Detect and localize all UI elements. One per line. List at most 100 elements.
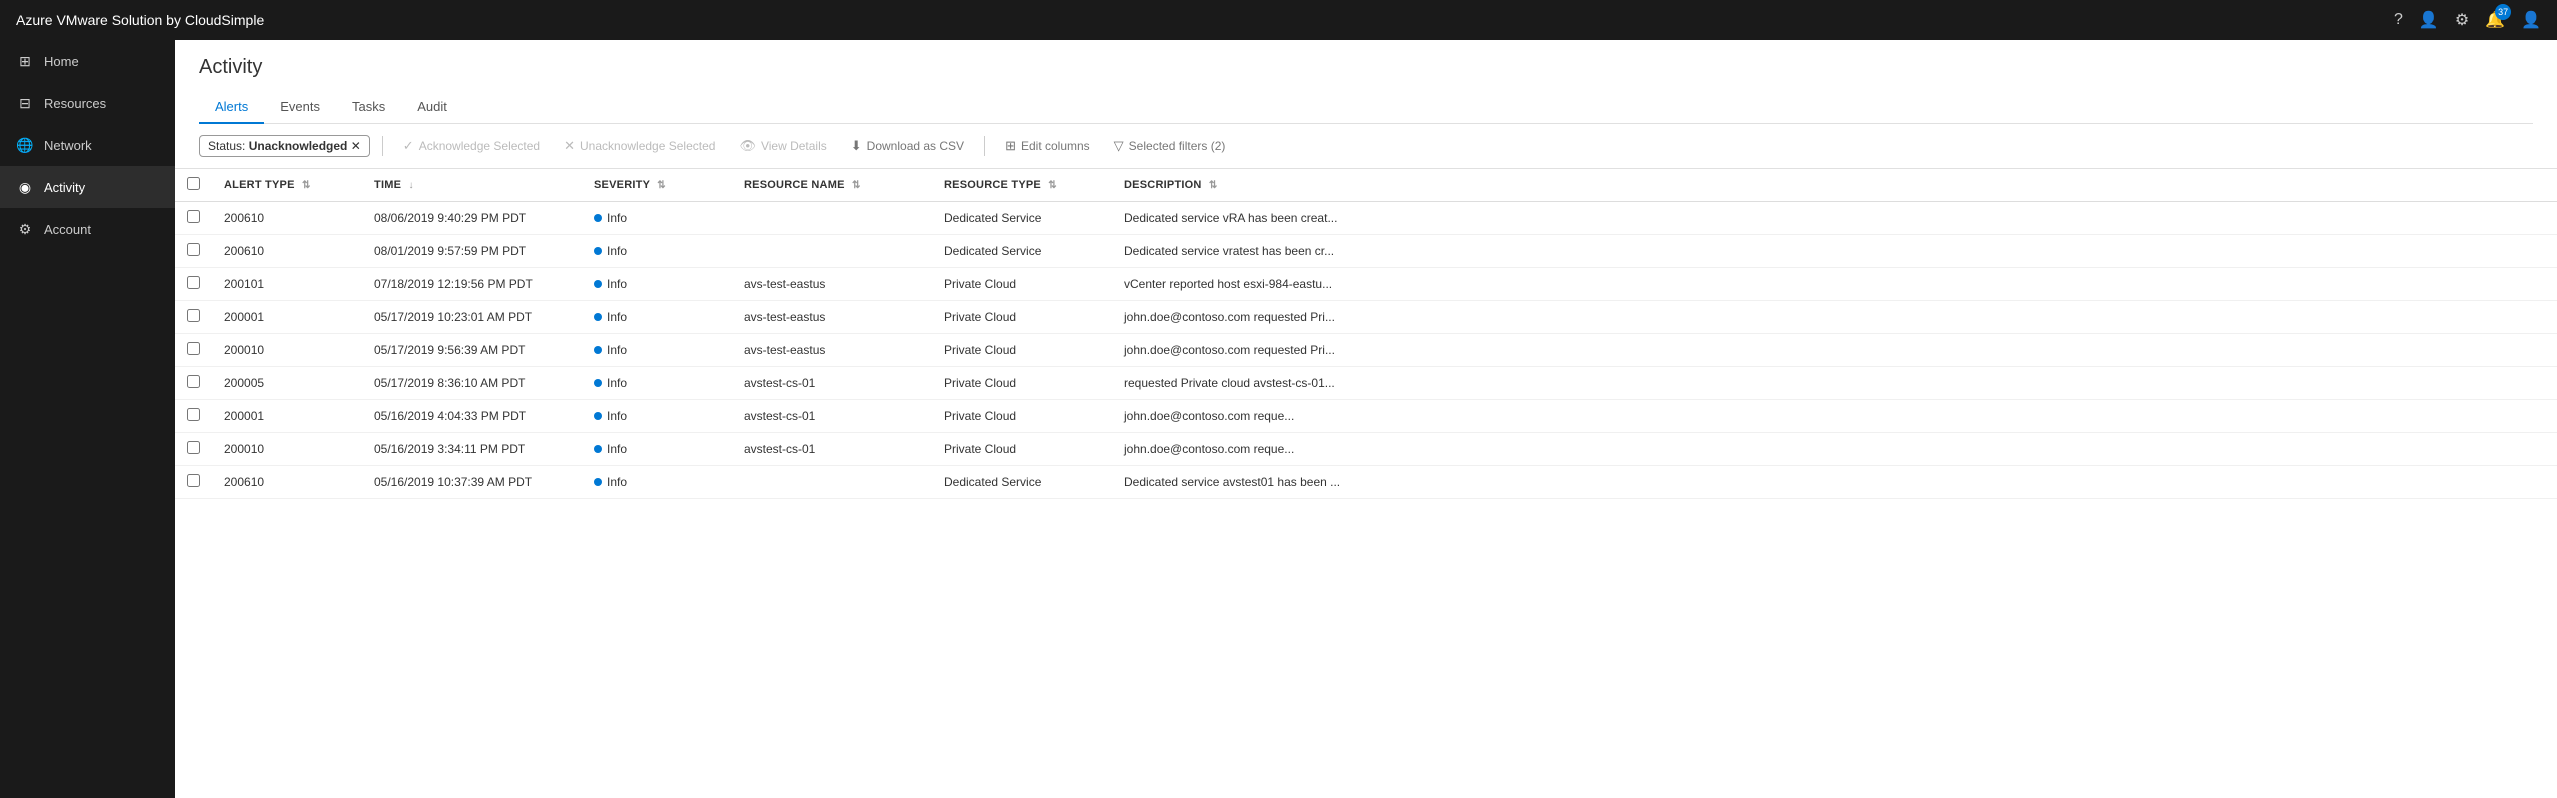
cell-alert-type: 200001: [212, 301, 362, 334]
edit-columns-button[interactable]: ⊞ Edit columns: [997, 134, 1098, 158]
tab-alerts[interactable]: Alerts: [199, 91, 264, 124]
view-details-button[interactable]: 👁 View Details: [731, 134, 834, 158]
cell-resource-name: avstest-cs-01: [732, 433, 932, 466]
cell-resource-type: Private Cloud: [932, 367, 1112, 400]
cell-resource-type: Private Cloud: [932, 433, 1112, 466]
row-checkbox[interactable]: [187, 474, 200, 487]
row-checkbox-cell[interactable]: [175, 400, 212, 433]
table-row: 200010 05/16/2019 3:34:11 PM PDT Info av…: [175, 433, 2557, 466]
sidebar-item-label: Resources: [44, 96, 106, 111]
cell-time: 07/18/2019 12:19:56 PM PDT: [362, 268, 582, 301]
cell-resource-name: avs-test-eastus: [732, 301, 932, 334]
sidebar-item-resources[interactable]: ⊟ Resources: [0, 82, 175, 124]
row-checkbox-cell[interactable]: [175, 268, 212, 301]
cell-severity: Info: [582, 202, 732, 235]
unacknowledge-selected-button[interactable]: ✕ Unacknowledge Selected: [556, 134, 723, 158]
row-checkbox-cell[interactable]: [175, 202, 212, 235]
row-checkbox[interactable]: [187, 243, 200, 256]
row-checkbox[interactable]: [187, 441, 200, 454]
row-checkbox-cell[interactable]: [175, 433, 212, 466]
severity-dot: [594, 379, 602, 387]
selected-filters-button[interactable]: ▽ Selected filters (2): [1106, 134, 1234, 158]
row-checkbox[interactable]: [187, 309, 200, 322]
row-checkbox[interactable]: [187, 375, 200, 388]
col-header-alert-type[interactable]: ALERT TYPE ⇅: [212, 169, 362, 202]
row-checkbox[interactable]: [187, 408, 200, 421]
home-icon: ⊞: [16, 52, 34, 70]
sidebar-item-activity[interactable]: ◉ Activity: [0, 166, 175, 208]
severity-dot: [594, 478, 602, 486]
selected-filters-label: Selected filters (2): [1129, 139, 1226, 153]
download-csv-button[interactable]: ⬇ Download as CSV: [843, 134, 972, 158]
cell-severity: Info: [582, 400, 732, 433]
alerts-table: ALERT TYPE ⇅ TIME ↓ SEVERITY ⇅ RESOURC: [175, 169, 2557, 499]
sort-icon-alert-type: ⇅: [302, 180, 311, 191]
severity-dot: [594, 214, 602, 222]
sidebar-item-account[interactable]: ⚙ Account: [0, 208, 175, 250]
status-filter-badge[interactable]: Status: Unacknowledged ✕: [199, 135, 370, 157]
tab-events[interactable]: Events: [264, 91, 336, 124]
sidebar-item-label: Account: [44, 222, 91, 237]
tab-audit[interactable]: Audit: [401, 91, 463, 124]
tab-tasks[interactable]: Tasks: [336, 91, 401, 124]
cell-resource-type: Private Cloud: [932, 400, 1112, 433]
row-checkbox-cell[interactable]: [175, 235, 212, 268]
col-header-resource-name[interactable]: RESOURCE NAME ⇅: [732, 169, 932, 202]
edit-columns-label: Edit columns: [1021, 139, 1090, 153]
severity-dot: [594, 412, 602, 420]
settings-icon[interactable]: ⚙: [2455, 10, 2469, 30]
severity-dot: [594, 247, 602, 255]
col-header-resource-type[interactable]: RESOURCE TYPE ⇅: [932, 169, 1112, 202]
sidebar-item-home[interactable]: ⊞ Home: [0, 40, 175, 82]
col-header-time[interactable]: TIME ↓: [362, 169, 582, 202]
cell-severity: Info: [582, 466, 732, 499]
row-checkbox-cell[interactable]: [175, 334, 212, 367]
app-title: Azure VMware Solution by CloudSimple: [16, 12, 264, 28]
network-icon: 🌐: [16, 136, 34, 154]
cell-time: 05/16/2019 4:04:33 PM PDT: [362, 400, 582, 433]
sort-icon-time: ↓: [408, 180, 413, 191]
cell-severity: Info: [582, 334, 732, 367]
resources-icon: ⊟: [16, 94, 34, 112]
eye-icon: 👁: [739, 138, 756, 154]
cell-severity: Info: [582, 367, 732, 400]
row-checkbox-cell[interactable]: [175, 301, 212, 334]
sidebar-item-label: Home: [44, 54, 79, 69]
cell-alert-type: 200001: [212, 400, 362, 433]
row-checkbox[interactable]: [187, 276, 200, 289]
x-icon: ✕: [564, 138, 575, 154]
cell-alert-type: 200010: [212, 334, 362, 367]
row-checkbox[interactable]: [187, 210, 200, 223]
select-all-header[interactable]: [175, 169, 212, 202]
checkmark-icon: ✓: [403, 138, 414, 154]
severity-dot: [594, 313, 602, 321]
row-checkbox-cell[interactable]: [175, 367, 212, 400]
cell-time: 08/06/2019 9:40:29 PM PDT: [362, 202, 582, 235]
cell-alert-type: 200610: [212, 235, 362, 268]
separator-2: [984, 136, 985, 156]
col-header-description[interactable]: DESCRIPTION ⇅: [1112, 169, 2557, 202]
account-settings-icon: ⚙: [16, 220, 34, 238]
row-checkbox-cell[interactable]: [175, 466, 212, 499]
cell-time: 05/17/2019 8:36:10 AM PDT: [362, 367, 582, 400]
row-checkbox[interactable]: [187, 342, 200, 355]
cell-resource-name: [732, 202, 932, 235]
page-header: Activity Alerts Events Tasks Audit: [175, 40, 2557, 124]
user-settings-icon[interactable]: 👤: [2419, 10, 2439, 30]
col-header-severity[interactable]: SEVERITY ⇅: [582, 169, 732, 202]
help-icon[interactable]: ?: [2394, 11, 2403, 29]
sidebar-item-network[interactable]: 🌐 Network: [0, 124, 175, 166]
acknowledge-label: Acknowledge Selected: [419, 139, 540, 153]
cell-severity: Info: [582, 268, 732, 301]
acknowledge-selected-button[interactable]: ✓ Acknowledge Selected: [395, 134, 548, 158]
columns-icon: ⊞: [1005, 138, 1016, 154]
sort-icon-resource-type: ⇅: [1048, 180, 1057, 191]
table-row: 200610 08/06/2019 9:40:29 PM PDT Info De…: [175, 202, 2557, 235]
severity-dot: [594, 445, 602, 453]
notifications-icon[interactable]: 🔔 37: [2485, 10, 2505, 30]
select-all-checkbox[interactable]: [187, 177, 200, 190]
account-icon[interactable]: 👤: [2521, 10, 2541, 30]
table-row: 200001 05/16/2019 4:04:33 PM PDT Info av…: [175, 400, 2557, 433]
severity-dot: [594, 346, 602, 354]
cell-description: Dedicated service avstest01 has been ...: [1112, 466, 2557, 499]
